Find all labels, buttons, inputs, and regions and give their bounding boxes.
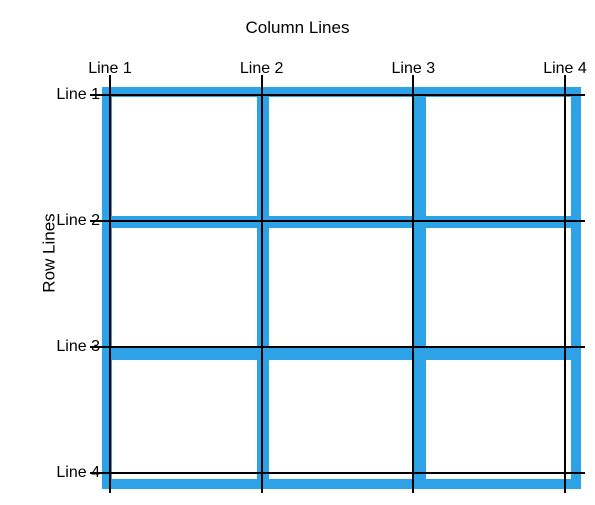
grid-cell [269, 97, 414, 216]
grid-cell [112, 360, 257, 479]
grid-cell [269, 360, 414, 479]
grid-cell [426, 97, 571, 216]
grid-cell [112, 228, 257, 347]
column-gridline [109, 75, 111, 493]
column-gridline [412, 75, 414, 493]
grid-container [102, 87, 581, 489]
column-gridline [261, 75, 263, 493]
row-gridline [90, 220, 585, 222]
grid-cell [426, 228, 571, 347]
row-gridline [90, 472, 585, 474]
rows-axis-title: Row Lines [10, 0, 89, 505]
row-gridline [90, 94, 585, 96]
row-gridline [90, 346, 585, 348]
grid-cell [269, 228, 414, 347]
column-gridline [564, 75, 566, 493]
grid-cell [426, 360, 571, 479]
grid-cell [112, 97, 257, 216]
